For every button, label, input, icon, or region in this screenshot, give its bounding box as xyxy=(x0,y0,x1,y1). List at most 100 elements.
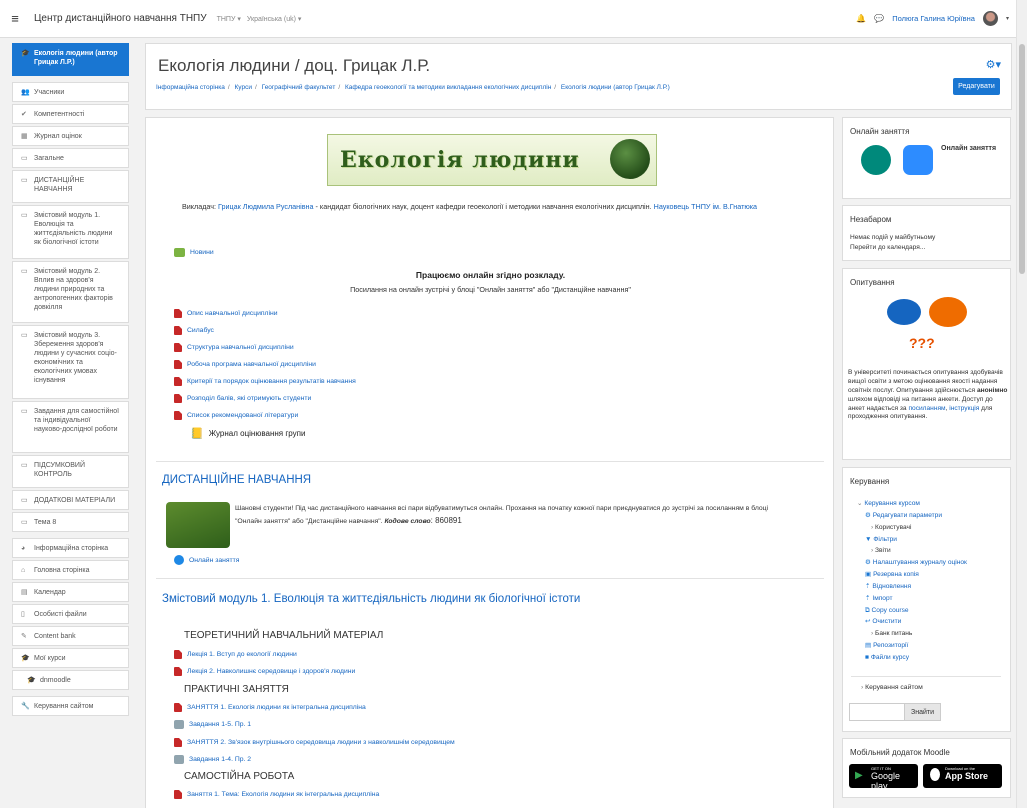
admin-tree-item[interactable]: › Банк питань xyxy=(857,628,967,640)
lecture-item[interactable]: Лекція 1. Вступ до екології людини xyxy=(174,650,297,659)
scrollbar-thumb[interactable] xyxy=(1019,44,1025,274)
chat-icon[interactable]: 💬 xyxy=(874,14,884,23)
practical-link[interactable]: ЗАНЯТТЯ 2. Зв'язок внутрішнього середови… xyxy=(187,739,455,746)
practical-item[interactable]: ЗАНЯТТЯ 2. Зв'язок внутрішнього середови… xyxy=(174,738,455,747)
sidebar-item-module-1[interactable]: ▭ Змістовий модуль 1. Еволюція та життєді… xyxy=(12,205,129,259)
admin-tree-item[interactable]: ⚙ Редагувати параметри xyxy=(857,510,967,522)
resource-link[interactable]: Критерії та порядок оцінювання результат… xyxy=(187,378,356,385)
page-scrollbar[interactable] xyxy=(1016,0,1027,808)
instruction-link[interactable]: інструкція xyxy=(949,405,979,412)
resource-link[interactable]: Робоча програма навчальної дисципліни xyxy=(187,361,316,368)
resource-item[interactable]: Силабус xyxy=(174,326,214,335)
search-input[interactable] xyxy=(849,703,905,721)
resource-link[interactable]: Опис навчальної дисципліни xyxy=(187,310,278,317)
admin-tree-item[interactable]: ⇡ Відновлення xyxy=(857,581,967,593)
sidebar-item-additional[interactable]: ▭ ДОДАТКОВІ МАТЕРІАЛИ xyxy=(12,490,129,510)
edit-mode-button[interactable]: Редагувати xyxy=(953,78,1000,95)
admin-tree-label[interactable]: Резервна копія xyxy=(873,571,919,578)
zoom-icon[interactable] xyxy=(903,145,933,175)
sidebar-item-general[interactable]: ▭ Загальне xyxy=(12,148,129,168)
sidebar-item-content-bank[interactable]: ✎ Content bank xyxy=(12,626,129,646)
sidebar-item-course[interactable]: 🎓 Екологія людини (автор Грицак Л.Р.) xyxy=(12,43,129,76)
search-button[interactable]: Знайти xyxy=(904,703,941,721)
menu-language[interactable]: Українська (uk) ▾ xyxy=(247,15,302,23)
site-name[interactable]: Центр дистанційного навчання ТНПУ xyxy=(34,13,207,24)
app-store-badge[interactable]: Download on the App Store xyxy=(923,764,1002,788)
admin-tree-label[interactable]: Банк питань xyxy=(875,630,912,637)
sidebar-item-site-admin[interactable]: 🔧 Керування сайтом xyxy=(12,696,129,716)
survey-link[interactable]: посиланням xyxy=(908,405,945,412)
section-title-distance[interactable]: ДИСТАНЦІЙНЕ НАВЧАННЯ xyxy=(162,474,311,486)
sidebar-item-topic-8[interactable]: ▭ Тема 8 xyxy=(12,512,129,532)
assignment-link[interactable]: Завдання 1-5. Пр. 1 xyxy=(189,721,251,728)
news-link[interactable]: Новини xyxy=(190,249,214,256)
sidebar-item-module-3[interactable]: ▭ Змістовий модуль 3. Збереження здоров'я… xyxy=(12,325,129,399)
assignment-item[interactable]: Завдання 1-4. Пр. 2 xyxy=(174,755,251,764)
admin-tree-item[interactable]: ⧉ Copy course xyxy=(857,605,967,617)
sidebar-item-final-control[interactable]: ▭ ПІДСУМКОВИЙ КОНТРОЛЬ xyxy=(12,455,129,488)
hamburger-menu-icon[interactable]: ≡ xyxy=(0,11,30,26)
admin-tree-item[interactable]: ▼ Фільтри xyxy=(857,534,967,546)
admin-tree-item[interactable]: › Користувачі xyxy=(857,522,967,534)
user-name[interactable]: Полюга Галина Юріївна xyxy=(892,14,975,23)
resource-item[interactable]: Критерії та порядок оцінювання результат… xyxy=(174,377,356,386)
resource-link[interactable]: Структура навчальної дисципліни xyxy=(187,344,294,351)
bell-icon[interactable]: 🔔 xyxy=(856,14,866,23)
sidebar-item-grades[interactable]: ▦ Журнал оцінок xyxy=(12,126,129,146)
admin-tree-item[interactable]: › Звіти xyxy=(857,545,967,557)
course-admin-node[interactable]: ⌄ Керування курсом xyxy=(857,498,967,510)
admin-tree-label[interactable]: Керування сайтом xyxy=(865,684,923,691)
news-forum[interactable]: Новини xyxy=(174,248,214,257)
calendar-link[interactable]: Перейти до календаря... xyxy=(850,244,925,253)
practical-item[interactable]: ЗАНЯТТЯ 1. Екологія людини як інтегральн… xyxy=(174,703,366,712)
admin-tree-item[interactable]: ■ Файли курсу xyxy=(857,652,967,664)
breadcrumb-item[interactable]: Кафедра геоекології та методики викладан… xyxy=(345,84,551,91)
sidebar-item-independent-work[interactable]: ▭ Завдання для самостійної та індивідуаль… xyxy=(12,401,129,453)
chevron-down-icon[interactable]: ▾ xyxy=(1006,15,1009,22)
admin-tree-item[interactable]: ↩ Очистити xyxy=(857,616,967,628)
admin-tree-label[interactable]: Очистити xyxy=(872,618,901,625)
google-meet-icon[interactable] xyxy=(861,145,891,175)
sidebar-item-distance[interactable]: ▭ ДИСТАНЦІЙНЕ НАВЧАННЯ xyxy=(12,170,129,203)
admin-tree-label[interactable]: Репозиторії xyxy=(873,642,908,649)
avatar[interactable] xyxy=(982,11,998,26)
sidebar-item-competencies[interactable]: ✔ Компетентності xyxy=(12,104,129,124)
admin-tree-label[interactable]: Звіти xyxy=(875,547,891,554)
practical-link[interactable]: ЗАНЯТТЯ 1. Екологія людини як інтегральн… xyxy=(187,704,366,711)
lecture-link[interactable]: Лекція 2. Навколишнє середовище і здоров… xyxy=(187,668,355,675)
independent-link[interactable]: Заняття 1. Тема: Екологія людини як інте… xyxy=(187,791,379,798)
resource-link[interactable]: Силабус xyxy=(187,327,214,334)
admin-tree-item[interactable]: ⚙ Налаштування журналу оцінок xyxy=(857,557,967,569)
sidebar-item-calendar[interactable]: ▤ Календар xyxy=(12,582,129,602)
admin-tree-label[interactable]: Імпорт xyxy=(872,595,892,602)
admin-tree-label[interactable]: Налаштування журналу оцінок xyxy=(873,559,967,566)
menu-tnpu[interactable]: ТНПУ ▾ xyxy=(217,15,241,23)
section-title-module-1[interactable]: Змістовий модуль 1. Еволюція та життєдія… xyxy=(162,593,580,605)
resource-link[interactable]: Список рекомендованої літератури xyxy=(187,412,298,419)
admin-tree-label[interactable]: Фільтри xyxy=(873,536,897,543)
admin-tree-label[interactable]: Файли курсу xyxy=(871,654,909,661)
resource-item[interactable]: Список рекомендованої літератури xyxy=(174,411,298,420)
gradebook-item[interactable]: 📒 Журнал оцінювання групи xyxy=(190,427,305,440)
google-play-badge[interactable]: ▶ GET IT ON Google play xyxy=(849,764,918,791)
sidebar-item-module-2[interactable]: ▭ Змістовий модуль 2. Вплив на здоров'я л… xyxy=(12,261,129,323)
zoom-activity[interactable]: Онлайн заняття xyxy=(174,555,239,565)
resource-item[interactable]: Опис навчальної дисципліни xyxy=(174,309,278,318)
breadcrumb-item[interactable]: Курси xyxy=(235,84,252,91)
lecture-item[interactable]: Лекція 2. Навколишнє середовище і здоров… xyxy=(174,667,355,676)
independent-item[interactable]: Заняття 1. Тема: Екологія людини як інте… xyxy=(174,790,379,799)
teacher-profile-link[interactable]: Науковець ТНПУ ім. В.Гнатюка xyxy=(654,202,757,211)
sidebar-item-participants[interactable]: 👥 Учасники xyxy=(12,82,129,102)
resource-item[interactable]: Розподіл балів, які отримують студенти xyxy=(174,394,311,403)
gear-icon[interactable]: ⚙▾ xyxy=(986,58,1001,71)
sidebar-item-private-files[interactable]: ▯ Особисті файли xyxy=(12,604,129,624)
lecture-link[interactable]: Лекція 1. Вступ до екології людини xyxy=(187,651,297,658)
assignment-link[interactable]: Завдання 1-4. Пр. 2 xyxy=(189,756,251,763)
admin-tree-item[interactable]: ▣ Резервна копія xyxy=(857,569,967,581)
site-admin-node[interactable]: › Керування сайтом xyxy=(861,684,923,691)
sidebar-item-dashboard[interactable]: ◕ Інформаційна сторінка xyxy=(12,538,129,558)
resource-item[interactable]: Робоча програма навчальної дисципліни xyxy=(174,360,316,369)
admin-tree-label[interactable]: Copy course xyxy=(872,607,909,614)
assignment-item[interactable]: Завдання 1-5. Пр. 1 xyxy=(174,720,251,729)
admin-tree-label[interactable]: Користувачі xyxy=(875,524,911,531)
